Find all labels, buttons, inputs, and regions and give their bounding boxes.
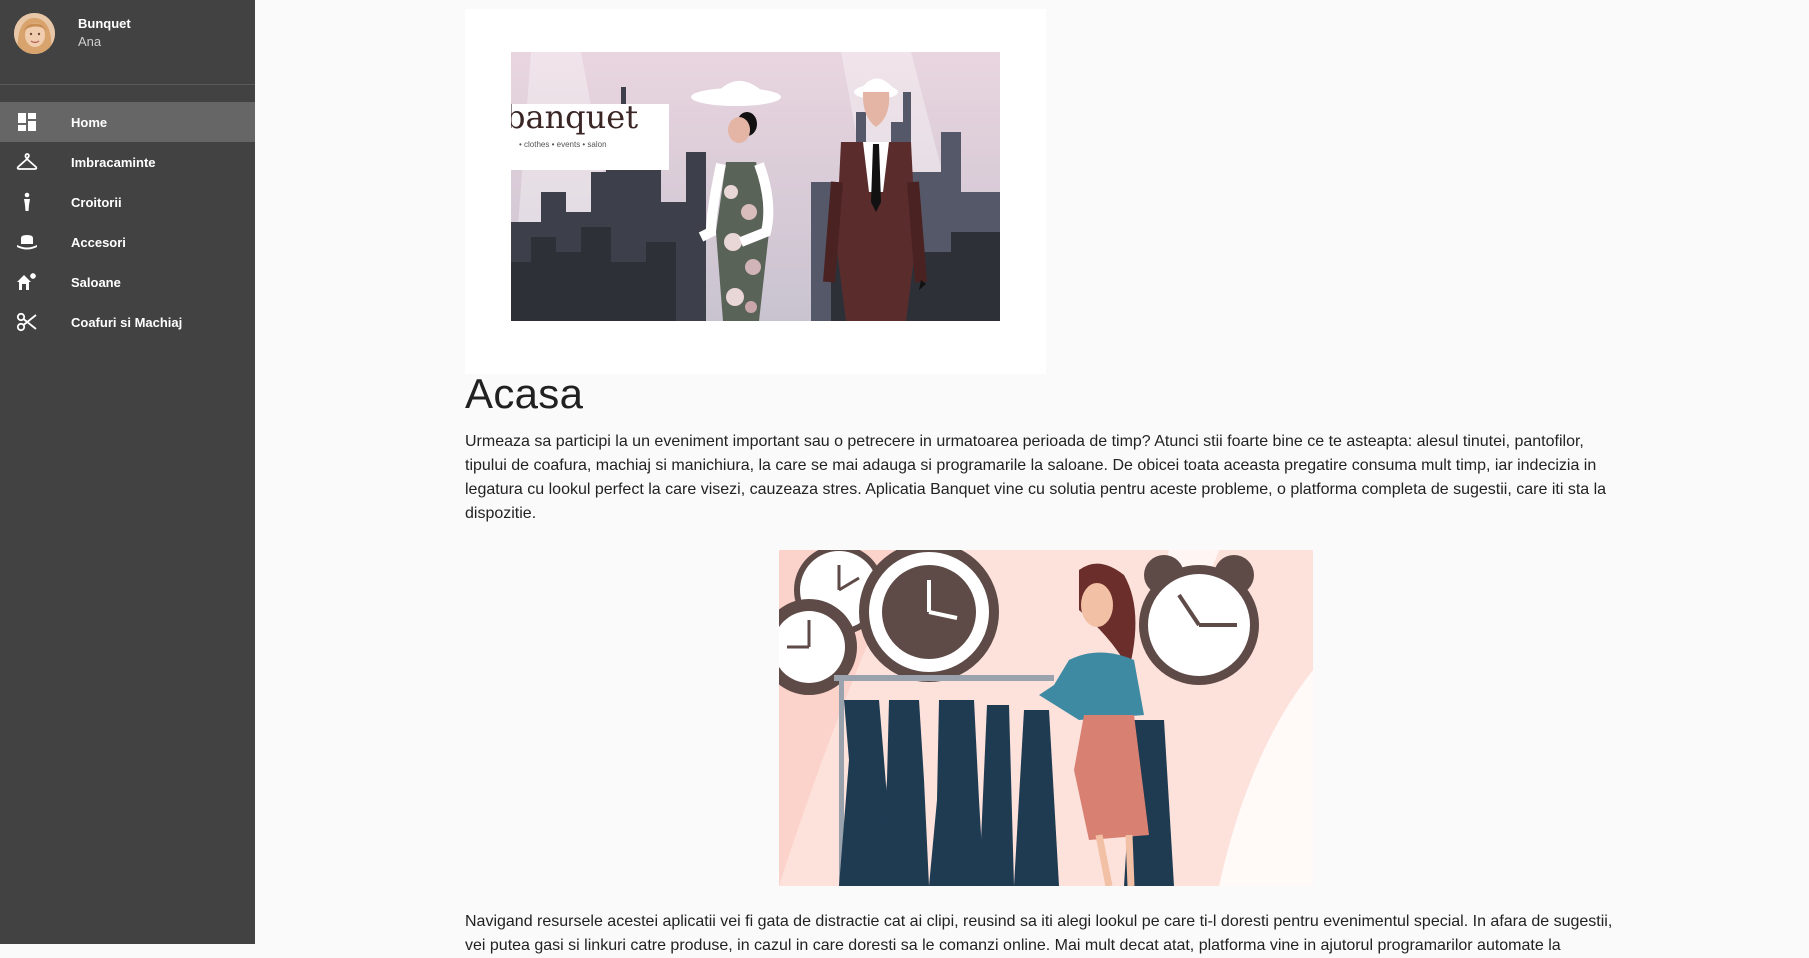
sidebar-item-label: Saloane bbox=[71, 274, 121, 290]
sidebar-item-home[interactable]: Home bbox=[0, 102, 255, 142]
avatar[interactable] bbox=[14, 13, 55, 54]
sidebar-item-imbracaminte[interactable]: Imbracaminte bbox=[0, 142, 255, 182]
sidebar: Bunquet Ana Home Imbracaminte Croitorii bbox=[0, 0, 255, 944]
illustration-image bbox=[761, 542, 1313, 887]
sidebar-item-label: Home bbox=[71, 114, 108, 130]
dashboard-icon bbox=[16, 112, 38, 132]
tailor-person-icon bbox=[16, 192, 38, 212]
banner-image: banquet • clothes • events • salon bbox=[465, 9, 1046, 374]
sidebar-item-label: Coafuri si Machiaj bbox=[71, 314, 183, 330]
profile-header[interactable]: Bunquet Ana bbox=[0, 0, 255, 85]
sidebar-item-label: Imbracaminte bbox=[71, 154, 156, 170]
sidebar-item-croitorii[interactable]: Croitorii bbox=[0, 182, 255, 222]
intro-paragraph: Urmeaza sa participi la un eveniment imp… bbox=[465, 433, 1607, 522]
sidebar-item-label: Accesori bbox=[71, 234, 126, 250]
second-paragraph: Navigand resursele acestei aplicatii vei… bbox=[465, 913, 1613, 954]
hat-icon bbox=[16, 232, 38, 252]
main-content: banquet • clothes • events • salon Acasa… bbox=[255, 0, 1809, 954]
profile-name: Bunquet bbox=[78, 16, 131, 31]
svg-text:banquet: banquet bbox=[511, 98, 638, 136]
salon-home-icon bbox=[16, 272, 38, 292]
profile-user: Ana bbox=[78, 34, 102, 49]
scissors-icon bbox=[16, 312, 38, 332]
page-title: Acasa bbox=[465, 370, 584, 417]
sidebar-item-saloane[interactable]: Saloane bbox=[0, 262, 255, 302]
sidebar-item-label: Croitorii bbox=[71, 194, 122, 210]
sidebar-nav: Home Imbracaminte Croitorii Accesori Sal… bbox=[0, 102, 255, 342]
sidebar-item-coafuri-machiaj[interactable]: Coafuri si Machiaj bbox=[0, 302, 255, 342]
hanger-icon bbox=[16, 152, 38, 172]
svg-text:• clothes • events • salon: • clothes • events • salon bbox=[519, 140, 607, 149]
sidebar-item-accesori[interactable]: Accesori bbox=[0, 222, 255, 262]
